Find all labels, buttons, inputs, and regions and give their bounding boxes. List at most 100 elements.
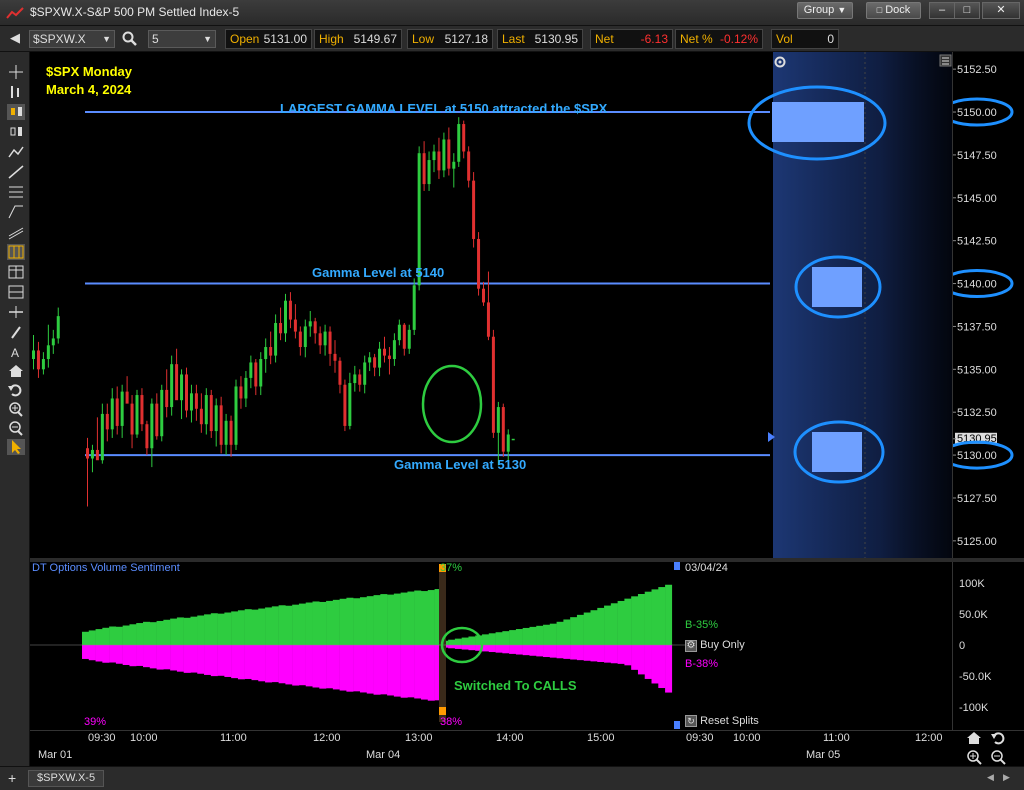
candle bbox=[437, 137, 441, 179]
collapse-arrow-icon[interactable]: ◀ bbox=[10, 30, 20, 46]
pane-menu-icon[interactable] bbox=[939, 54, 952, 67]
buy-volume-bar bbox=[637, 594, 645, 645]
pointer-icon[interactable] bbox=[7, 439, 25, 455]
home-icon[interactable] bbox=[966, 731, 982, 745]
candle bbox=[318, 326, 322, 354]
buy-volume-bar bbox=[495, 632, 503, 645]
fibonacci-icon[interactable] bbox=[7, 184, 25, 200]
candle bbox=[189, 384, 193, 423]
crosshair-icon[interactable] bbox=[7, 64, 25, 80]
sell-volume-bar bbox=[82, 645, 89, 659]
reset-splits-button[interactable]: ↻ Reset Splits bbox=[685, 715, 759, 727]
group-button[interactable]: Group ▼ bbox=[797, 2, 853, 19]
sell-volume-bar bbox=[156, 645, 164, 670]
indicator-title: DT Options Volume Sentiment bbox=[32, 562, 180, 574]
sell-volume-bar bbox=[590, 645, 598, 662]
text-tool-icon[interactable]: A bbox=[7, 344, 25, 360]
interval-select[interactable]: 5 ▼ bbox=[148, 30, 216, 48]
drawing-tools-sidebar: A bbox=[0, 52, 30, 766]
options-sentiment-chart[interactable] bbox=[30, 562, 952, 730]
price-tick-label: 5137.50 bbox=[957, 321, 997, 333]
time-tick-label: 13:00 bbox=[405, 732, 433, 744]
sell-volume-bar bbox=[204, 645, 212, 675]
buy-volume-bar bbox=[95, 629, 103, 645]
table-icon[interactable] bbox=[7, 264, 25, 280]
low-quote: Low 5127.18 bbox=[407, 29, 493, 49]
candle bbox=[140, 388, 144, 432]
buy-volume-bar bbox=[156, 620, 164, 645]
candlestick-chart[interactable] bbox=[30, 52, 952, 558]
buy-volume-bar bbox=[224, 612, 232, 645]
grid-icon[interactable] bbox=[7, 244, 25, 260]
buy-volume-bar bbox=[515, 629, 523, 645]
zoom-out-icon[interactable] bbox=[990, 749, 1006, 765]
add-tab-icon[interactable]: + bbox=[8, 770, 16, 786]
price-chart-pane[interactable]: $SPX Monday March 4, 2024 LARGEST GAMMA … bbox=[30, 52, 952, 558]
zoom-in-icon[interactable] bbox=[966, 749, 982, 765]
minimize-button[interactable]: – bbox=[929, 2, 955, 19]
candle bbox=[462, 120, 466, 159]
undo-icon[interactable] bbox=[7, 382, 25, 398]
candle bbox=[32, 335, 35, 370]
buy-volume-bar bbox=[326, 600, 334, 645]
trendline-icon[interactable] bbox=[7, 164, 25, 180]
high-value: 5149.67 bbox=[353, 32, 397, 46]
sell-volume-bar bbox=[237, 645, 245, 680]
candle bbox=[165, 369, 169, 418]
candle bbox=[333, 340, 337, 373]
search-icon[interactable] bbox=[122, 31, 138, 47]
sell-percentage: B-38% bbox=[685, 658, 719, 670]
dock-label: Dock bbox=[885, 4, 911, 16]
candle bbox=[120, 384, 124, 438]
home-icon[interactable] bbox=[7, 363, 25, 379]
zoom-out-icon[interactable] bbox=[7, 420, 25, 436]
horizontal-line-icon[interactable] bbox=[7, 304, 25, 320]
candle bbox=[150, 398, 154, 468]
symbol-input[interactable]: $SPXW.X ▼ bbox=[29, 30, 115, 48]
indicator-scale[interactable]: 100K 50.0K 0 -50.0K -100K bbox=[952, 562, 1024, 730]
zoom-in-icon[interactable] bbox=[7, 401, 25, 417]
price-scale[interactable]: 5152.50 5150.00 5147.50 5145.00 5142.50 5140.… bbox=[940, 52, 1024, 558]
sell-volume-bar bbox=[380, 645, 388, 695]
bar-style-icon[interactable] bbox=[7, 84, 25, 100]
hollow-candle-icon[interactable] bbox=[7, 124, 25, 140]
sell-volume-bar bbox=[332, 645, 340, 690]
spreadsheet-icon[interactable] bbox=[7, 284, 25, 300]
restore-button[interactable]: □ bbox=[954, 2, 980, 19]
scroll-right-icon[interactable]: ▶ bbox=[1003, 772, 1010, 783]
time-tick-label: 14:00 bbox=[496, 732, 524, 744]
candle bbox=[105, 403, 109, 442]
dock-button[interactable]: □ Dock bbox=[866, 2, 921, 19]
vol-label: Vol bbox=[776, 32, 793, 46]
buy-volume-bar bbox=[610, 603, 618, 645]
candle bbox=[288, 292, 292, 329]
date-tick-label: Mar 05 bbox=[806, 749, 840, 761]
candle-style-icon[interactable] bbox=[7, 104, 25, 120]
scroll-left-icon[interactable]: ◀ bbox=[987, 772, 994, 783]
candle bbox=[229, 415, 233, 457]
last-label: Last bbox=[502, 32, 525, 46]
time-axis[interactable]: 09:30 10:00 11:00 12:00 13:00 14:00 15:00 09:30… bbox=[30, 730, 1024, 766]
options-sentiment-pane[interactable]: DT Options Volume Sentiment 37% 38% 39% … bbox=[30, 562, 952, 730]
sell-volume-bar bbox=[183, 645, 191, 673]
sell-volume-bar bbox=[190, 645, 198, 673]
open-value: 5131.00 bbox=[263, 32, 307, 46]
brush-icon[interactable] bbox=[7, 324, 25, 340]
candle bbox=[477, 232, 481, 296]
sell-volume-bar bbox=[251, 645, 259, 681]
candle bbox=[51, 329, 55, 354]
gann-fan-icon[interactable] bbox=[7, 204, 25, 220]
sell-volume-bar bbox=[305, 645, 313, 687]
chart-tab[interactable]: $SPXW.X-5 bbox=[28, 770, 105, 787]
sell-volume-bar bbox=[427, 645, 435, 701]
close-button[interactable]: ✕ bbox=[982, 2, 1020, 19]
candle bbox=[95, 417, 99, 461]
undo-icon[interactable] bbox=[990, 731, 1006, 745]
buy-only-toggle[interactable]: ⚙ Buy Only bbox=[685, 639, 745, 652]
sell-volume-bar bbox=[610, 645, 618, 664]
buy-volume-bar bbox=[332, 599, 340, 645]
candle bbox=[323, 324, 327, 356]
line-chart-icon[interactable] bbox=[7, 144, 25, 160]
chevron-down-icon: ▼ bbox=[837, 5, 847, 15]
channel-icon[interactable] bbox=[7, 224, 25, 240]
